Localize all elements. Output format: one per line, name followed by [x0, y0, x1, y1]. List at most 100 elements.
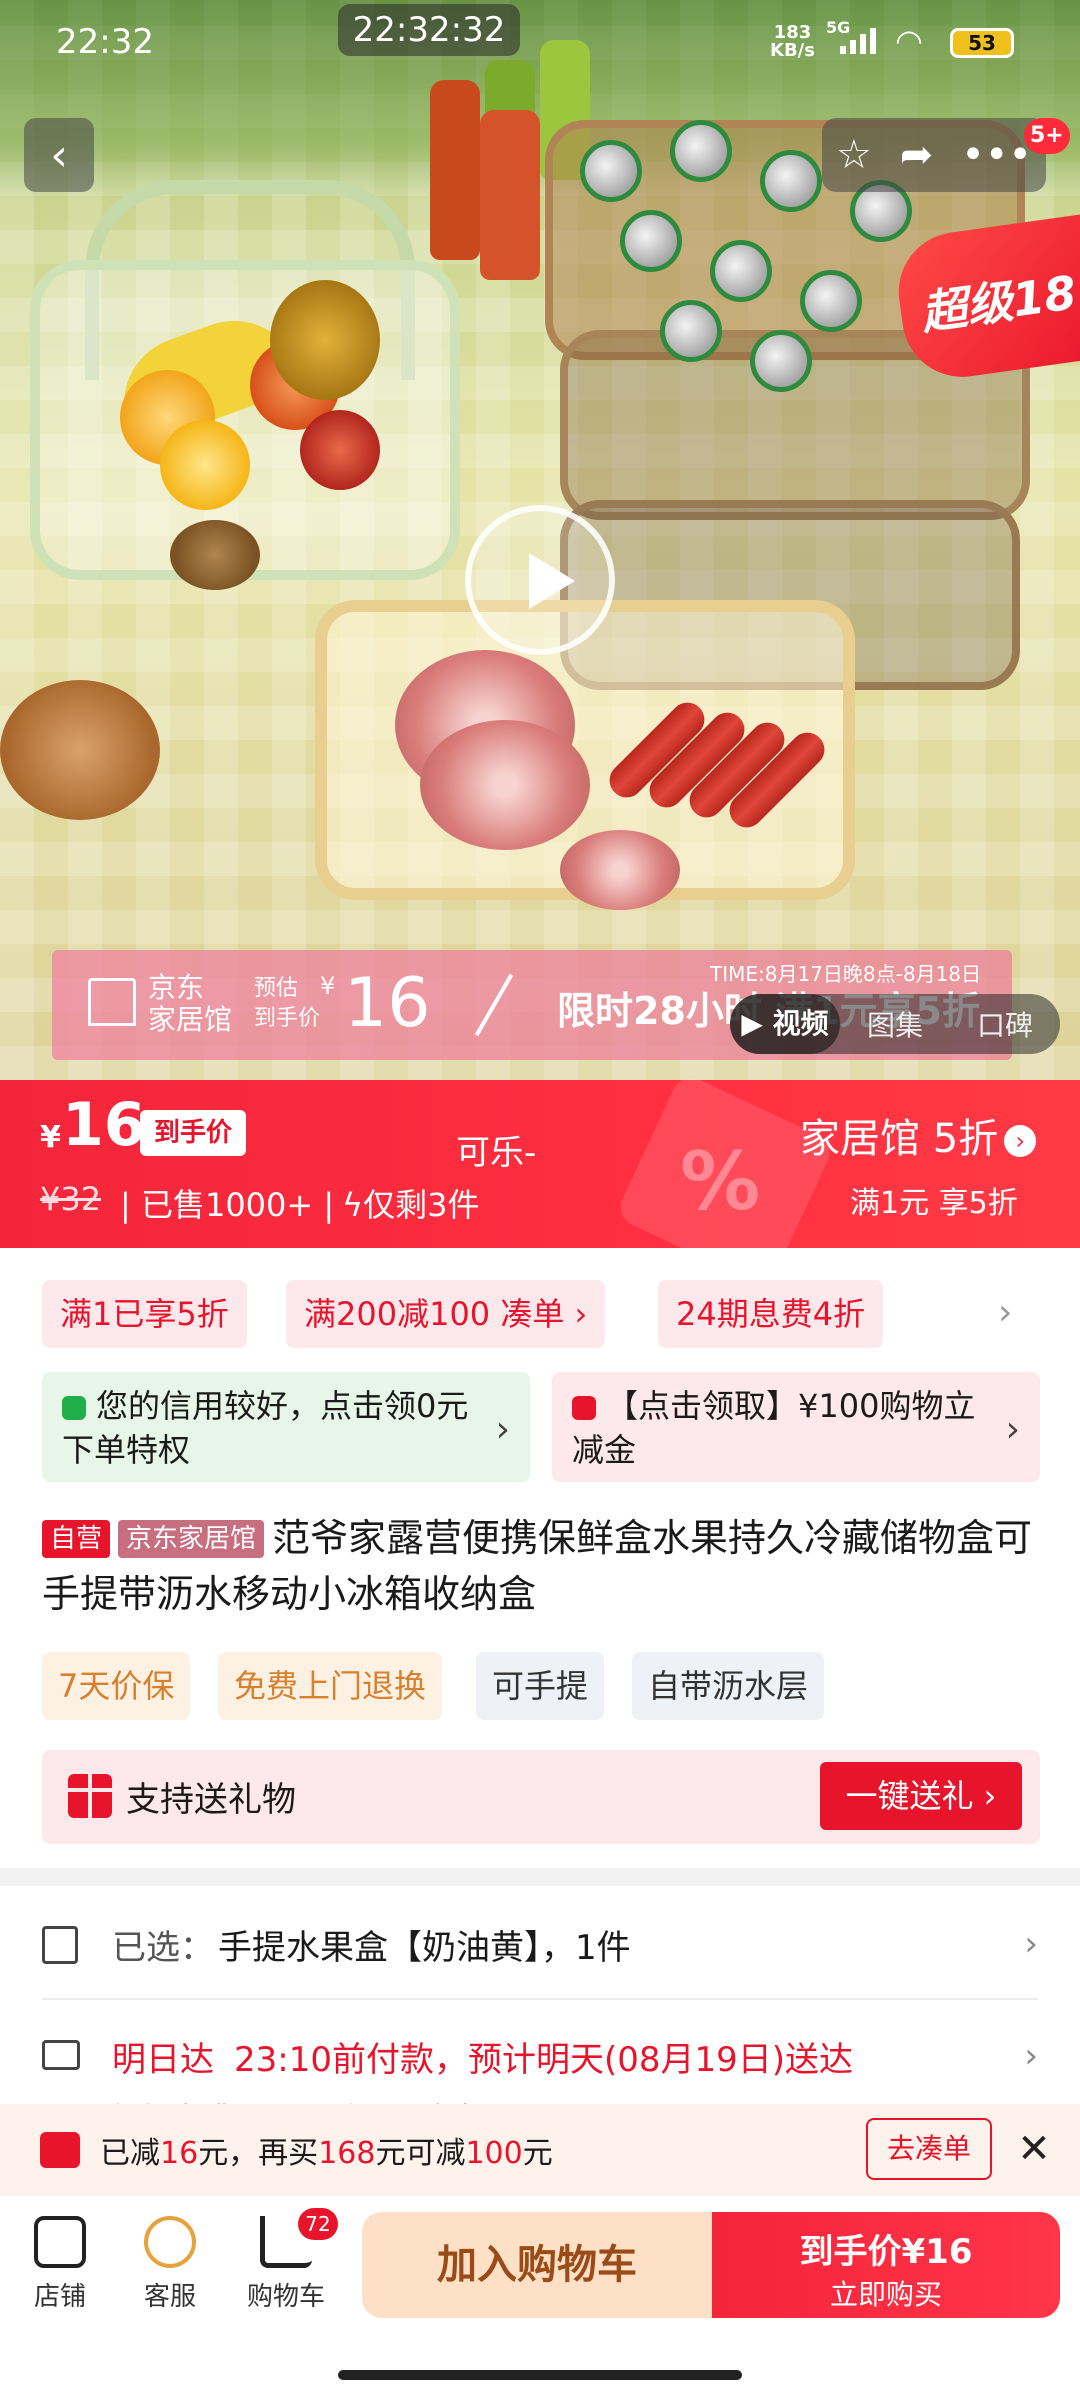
- coupon-amount: 168: [318, 2136, 376, 2171]
- promo-chip[interactable]: 24期息费4折: [658, 1280, 884, 1348]
- wifi-icon: ◠: [895, 22, 923, 60]
- credit-card-text: 您的信用较好，点击领0元下单特权: [62, 1387, 469, 1469]
- store-button[interactable]: 店铺: [10, 2216, 110, 2313]
- send-gift-button[interactable]: 一键送礼 ›: [820, 1762, 1022, 1830]
- status-bar: 22:32 183 KB/s 5G ◠ 53: [0, 0, 1080, 80]
- tab-gallery[interactable]: 图集: [840, 1004, 950, 1044]
- promo-chip[interactable]: 满200减100 凑单 ›: [286, 1280, 606, 1348]
- selected-value: 手提水果盒【奶油黄】，1件: [218, 1928, 631, 1968]
- fruit: [270, 280, 380, 400]
- lightning-icon: ϟ: [342, 1186, 364, 1224]
- buy-now-label: 立即购买: [829, 2278, 942, 2311]
- tab-video-label: 视频: [772, 1007, 829, 1040]
- bottom-action-bar: 店铺 客服 72 购物车 加入购物车 到手价¥16 立即购买: [0, 2196, 1080, 2400]
- meat-slice: [560, 830, 680, 910]
- add-to-cart-button[interactable]: 加入购物车: [362, 2212, 712, 2318]
- store-badge[interactable]: 京东家居馆: [118, 1520, 265, 1558]
- selected-variant: 可乐-: [456, 1133, 537, 1173]
- stock-remaining: ϟ仅剩3件: [342, 1180, 479, 1226]
- self-operated-badge: 自营: [42, 1520, 111, 1558]
- promo-price: 16: [344, 964, 431, 1043]
- drink-can: [620, 210, 682, 272]
- selected-label: 已选：: [112, 1928, 214, 1968]
- chevron-right-icon: ›: [1005, 1409, 1020, 1450]
- selected-option-row[interactable]: 已选： 手提水果盒【奶油黄】，1件 ›: [42, 1920, 1038, 1970]
- star-icon[interactable]: ☆: [836, 132, 872, 178]
- home-hall-title: 家居馆 5折: [800, 1116, 999, 1162]
- meat-slice: [420, 720, 590, 850]
- chevron-right-icon[interactable]: ›: [998, 1292, 1012, 1333]
- chevron-right-icon: ›: [1004, 1125, 1037, 1157]
- coupon-amount: 100: [465, 2136, 523, 2171]
- price-currency: ¥: [40, 1120, 61, 1155]
- coupon-card-text: 【点击领取】¥100购物立减金: [572, 1387, 976, 1469]
- cart-button[interactable]: 72 购物车: [236, 2208, 338, 2313]
- delivery-row[interactable]: 明日达 23:10前付款，预计明天(08月19日)送达 ›: [42, 2032, 1038, 2082]
- promo-currency: ¥: [320, 972, 336, 1000]
- sold-count: | 已售1000+ |: [120, 1186, 335, 1224]
- customer-service-button[interactable]: 客服: [120, 2216, 220, 2313]
- delivery-text: 23:10前付款，预计明天(08月19日)送达: [234, 2040, 854, 2080]
- chevron-right-icon: ›: [1024, 1924, 1038, 1964]
- truck-icon: [42, 2040, 80, 2070]
- product-info-panel: 满1已享5折 满200减100 凑单 › 24期息费4折 › 您的信用较好，点击…: [0, 1248, 1080, 1868]
- top-actions: ☆ ➦ •••: [822, 118, 1046, 192]
- drink-can: [800, 270, 862, 332]
- gift-row: 支持送礼物 一键送礼 ›: [42, 1750, 1040, 1844]
- cart-label: 购物车: [246, 2282, 325, 2312]
- drink-can: [750, 330, 812, 392]
- promo-est-label: 预估 到手价: [254, 974, 320, 1034]
- more-icon[interactable]: •••: [961, 132, 1032, 178]
- home-hall-discount[interactable]: 家居馆 5折 ›: [800, 1106, 1037, 1164]
- original-price: ¥32: [40, 1180, 102, 1218]
- add-items-button[interactable]: 去凑单: [866, 2118, 992, 2180]
- service-tag[interactable]: 免费上门退换: [218, 1652, 443, 1720]
- media-tabs: ▶ 视频 图集 口碑: [730, 994, 1060, 1054]
- coupon-text-part: 元可减: [375, 2136, 466, 2171]
- coupon-text-part: 元: [522, 2136, 553, 2171]
- promo-est-line1: 预估: [254, 976, 299, 1001]
- gift-icon: [68, 1774, 112, 1818]
- promo-chip[interactable]: 满1已享5折: [42, 1280, 247, 1348]
- tab-reviews[interactable]: 口碑: [950, 1004, 1060, 1044]
- net-speed: 183 KB/s: [770, 24, 815, 60]
- feature-tag[interactable]: 可手提: [476, 1652, 605, 1720]
- drink-can: [710, 240, 772, 302]
- share-icon[interactable]: ➦: [900, 132, 934, 178]
- card-icon: [572, 1396, 596, 1420]
- jd-home-logo-icon: [88, 978, 136, 1026]
- service-icon: [144, 2216, 196, 2268]
- product-title: 自营 京东家居馆 范爷家露营便携保鲜盒水果持久冷藏储物盒可手提带沥水移动小冰箱收纳盒: [42, 1510, 1042, 1622]
- bread: [0, 680, 160, 820]
- hero-bottle: [480, 110, 540, 280]
- delivery-label: 明日达: [112, 2040, 214, 2080]
- promo-divider: [474, 973, 514, 1037]
- percent-icon: %: [680, 1135, 761, 1228]
- hero-bottle: [430, 80, 480, 260]
- store-icon: [34, 2216, 86, 2268]
- fruit: [160, 420, 250, 510]
- coupon-strip: 已减16元，再买168元可减100元 去凑单 ✕: [0, 2104, 1080, 2196]
- feature-tag[interactable]: 自带沥水层: [632, 1652, 825, 1720]
- chevron-left-icon: ‹: [50, 129, 68, 181]
- clipboard-icon: [42, 1926, 78, 1964]
- options-panel: 已选： 手提水果盒【奶油黄】，1件 › 明日达 23:10前付款，预计明天(08…: [0, 1886, 1080, 2106]
- drink-can: [670, 120, 732, 182]
- play-video-button[interactable]: [465, 505, 615, 655]
- buy-price: 到手价¥16: [799, 2232, 973, 2272]
- buy-now-button[interactable]: 到手价¥16 立即购买: [712, 2212, 1060, 2318]
- promo-logo-line1: 京东: [148, 971, 205, 1004]
- home-indicator[interactable]: [338, 2370, 742, 2380]
- screen-recording-time: 22:32:32: [338, 4, 520, 56]
- drink-can: [660, 300, 722, 362]
- coupon-claim-card[interactable]: 【点击领取】¥100购物立减金 ›: [552, 1372, 1040, 1482]
- close-icon[interactable]: ✕: [1014, 2118, 1054, 2180]
- net-speed-unit: KB/s: [770, 40, 815, 61]
- network-type: 5G: [826, 18, 851, 37]
- service-tag[interactable]: 7天价保: [42, 1652, 191, 1720]
- play-small-icon: ▶: [741, 1007, 773, 1040]
- back-button[interactable]: ‹: [24, 118, 94, 192]
- credit-privilege-card[interactable]: 您的信用较好，点击领0元下单特权 ›: [42, 1372, 530, 1482]
- coupon-text-part: 已减: [100, 2136, 160, 2171]
- tab-video[interactable]: ▶ 视频: [730, 994, 840, 1054]
